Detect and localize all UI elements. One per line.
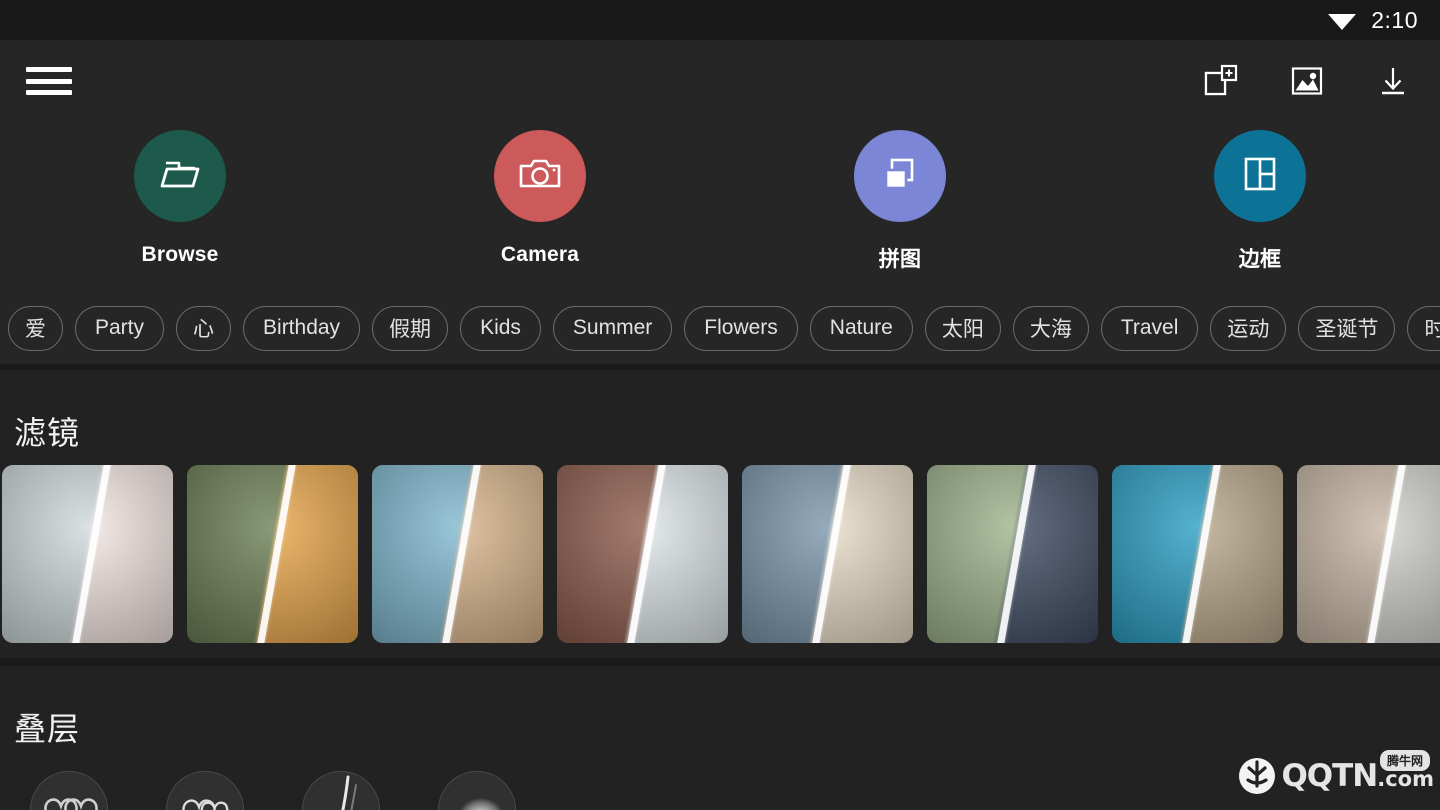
tag-chip[interactable]: 运动 <box>1210 305 1287 351</box>
overlay-thumbnail[interactable] <box>302 771 380 810</box>
watermark-site: QQTN <box>1281 757 1378 794</box>
overlay-thumbnail[interactable] <box>30 771 108 810</box>
light-streak-icon <box>306 775 376 810</box>
double-heart-outline-icon <box>175 787 235 810</box>
filter-thumbnail[interactable] <box>1112 465 1283 643</box>
filter-thumbnail[interactable] <box>187 465 358 643</box>
status-bar-right: 2:10 <box>1327 7 1418 34</box>
hamburger-menu-icon[interactable] <box>26 64 72 98</box>
shortcut-collage[interactable]: 拼图 <box>800 130 1000 273</box>
section-divider <box>0 658 1440 666</box>
filter-thumbnail-row[interactable] <box>0 465 1440 643</box>
tag-chip[interactable]: Birthday <box>243 305 361 351</box>
collage-icon <box>878 154 922 199</box>
watermark: QQTN.com 腾牛网 <box>1237 750 1434 796</box>
tag-chip[interactable]: 圣诞节 <box>1298 305 1396 351</box>
shortcut-browse-circle <box>134 130 226 222</box>
overlay-thumbnail[interactable] <box>166 771 244 810</box>
download-icon[interactable] <box>1372 60 1414 102</box>
camera-icon <box>517 154 563 199</box>
shortcut-frames-label: 边框 <box>1238 248 1282 271</box>
filters-section: 滤镜 <box>0 370 1440 658</box>
frame-grid-icon <box>1238 154 1282 199</box>
double-heart-icon <box>39 787 99 810</box>
overlays-section: 叠层 <box>0 666 1440 810</box>
tag-chip[interactable]: 大海 <box>1012 305 1089 351</box>
filter-thumbnail[interactable] <box>1297 465 1440 643</box>
soft-glow-icon <box>442 775 512 810</box>
filters-section-title: 滤镜 <box>14 415 81 451</box>
shortcut-frames[interactable]: 边框 <box>1160 130 1360 273</box>
tag-chip-scroller[interactable]: 爱 Party 心 Birthday 假期 Kids Summer Flowers Nature… <box>0 292 1440 364</box>
filter-thumbnail[interactable] <box>372 465 543 643</box>
tag-chip[interactable]: Summer <box>552 305 673 351</box>
status-bar: 2:10 <box>0 0 1440 40</box>
hamburger-line <box>26 67 72 72</box>
tag-chip[interactable]: Travel <box>1100 305 1199 351</box>
tag-chip-row: 爱 Party 心 Birthday 假期 Kids Summer Flowers Nature… <box>0 292 1440 364</box>
filter-thumbnail[interactable] <box>742 465 913 643</box>
tag-chip[interactable]: 爱 <box>8 305 63 351</box>
filter-thumbnail[interactable] <box>927 465 1098 643</box>
wifi-icon <box>1327 9 1357 31</box>
folder-icon <box>157 154 203 199</box>
tag-chip[interactable]: 心 <box>176 305 232 351</box>
shortcut-browse-label: Browse <box>141 243 219 266</box>
shortcut-frames-circle <box>1214 130 1306 222</box>
filter-thumbnail[interactable] <box>557 465 728 643</box>
filter-thumbnail[interactable] <box>2 465 173 643</box>
status-bar-clock: 2:10 <box>1371 6 1418 33</box>
filter-thumbnail-shading <box>1297 465 1440 643</box>
app-bar <box>0 40 1440 122</box>
tag-chip[interactable]: 时尚 <box>1407 305 1440 351</box>
tag-chip[interactable]: Party <box>75 305 165 351</box>
tag-chip[interactable]: 假期 <box>372 305 449 351</box>
add-collage-icon[interactable] <box>1200 60 1242 102</box>
tag-chip[interactable]: 太阳 <box>924 305 1001 351</box>
tag-chip[interactable]: Flowers <box>684 305 798 351</box>
shortcut-camera-label: Camera <box>500 243 580 266</box>
shortcut-camera-circle <box>494 130 586 222</box>
shortcut-browse[interactable]: Browse <box>80 130 280 267</box>
hamburger-line <box>26 78 72 84</box>
shortcut-collage-circle <box>854 130 946 222</box>
gallery-image-icon[interactable] <box>1286 60 1328 102</box>
app-root: 2:10 Browse Camera 拼图 边框 爱 Party 心 Birth… <box>0 0 1440 810</box>
qqtn-logo-icon <box>1237 756 1277 796</box>
app-bar-actions <box>1200 60 1414 102</box>
shortcut-row: Browse Camera 拼图 边框 <box>0 122 1440 292</box>
tag-chip[interactable]: Nature <box>809 305 913 351</box>
watermark-badge: 腾牛网 <box>1379 750 1430 771</box>
tag-chip[interactable]: Kids <box>460 305 541 351</box>
overlay-thumbnail-row[interactable] <box>0 771 1440 810</box>
overlays-section-title: 叠层 <box>14 711 81 747</box>
hamburger-line <box>26 90 72 95</box>
overlay-thumbnail[interactable] <box>438 771 516 810</box>
shortcut-collage-label: 拼图 <box>878 248 922 271</box>
shortcut-camera[interactable]: Camera <box>440 130 640 267</box>
